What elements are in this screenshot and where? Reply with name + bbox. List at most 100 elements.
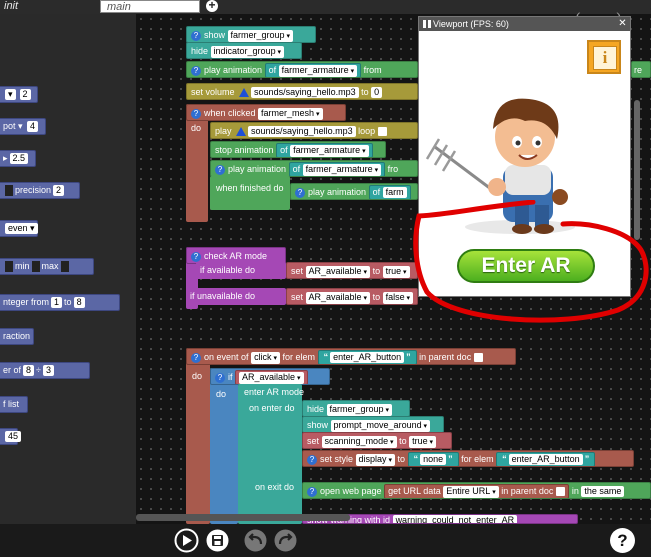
number-slot[interactable]: 2.5 bbox=[9, 153, 29, 164]
flyout-block[interactable]: 45 bbox=[0, 428, 22, 445]
style-dropdown[interactable]: display bbox=[355, 453, 396, 466]
show-block[interactable]: ? show farmer_group bbox=[186, 26, 316, 43]
flyout-block[interactable]: ▾ 2 bbox=[0, 86, 38, 103]
play-button[interactable] bbox=[174, 528, 199, 553]
object-dropdown[interactable]: farmer_group bbox=[227, 29, 294, 42]
of-object-block[interactable]: of farmer_armature bbox=[276, 143, 373, 157]
hide-block[interactable]: hide indicator_group bbox=[186, 42, 302, 59]
set-variable-block[interactable]: set AR_available to true bbox=[286, 262, 418, 279]
pause-icon[interactable] bbox=[423, 20, 431, 28]
string-block[interactable]: “enter_AR_button” bbox=[317, 350, 417, 364]
event-dropdown[interactable]: click bbox=[251, 351, 281, 364]
viewport-title-bar[interactable]: Viewport (FPS: 60) bbox=[419, 17, 630, 31]
object-dropdown[interactable]: farmer_group bbox=[326, 403, 393, 416]
input-slot bbox=[5, 185, 13, 197]
play-sound-block[interactable]: play sounds/saying_hello.mp3 loop bbox=[210, 122, 418, 139]
of-object-block[interactable]: of farmer_armature bbox=[264, 63, 362, 77]
parent-doc-checkbox[interactable] bbox=[556, 487, 566, 497]
info-icon[interactable]: i bbox=[587, 40, 621, 74]
variable-dropdown[interactable]: AR_available bbox=[305, 265, 371, 278]
string-block[interactable]: “none” bbox=[407, 452, 459, 466]
object-dropdown[interactable]: farmer_armature bbox=[290, 144, 369, 157]
number-slot[interactable]: 3 bbox=[42, 365, 54, 376]
flyout-block[interactable]: even ▾ bbox=[0, 220, 38, 237]
number-slot[interactable]: 4 bbox=[27, 121, 39, 132]
dropdown[interactable]: ▾ bbox=[5, 89, 16, 100]
get-url-block[interactable]: get URL data Entire URL in parent doc bbox=[384, 484, 570, 498]
play-animation-block[interactable]: ?play animation of farmer_armature fro bbox=[210, 160, 418, 177]
variable-dropdown[interactable]: AR_available bbox=[239, 371, 304, 384]
workspace-horizontal-scrollbar[interactable] bbox=[136, 514, 350, 521]
object-dropdown[interactable]: prompt_move_around bbox=[330, 419, 431, 432]
string-block[interactable]: “enter_AR_button” bbox=[496, 452, 596, 466]
object-dropdown[interactable]: farm bbox=[382, 187, 407, 199]
number-slot[interactable]: 2 bbox=[53, 185, 65, 196]
parent-doc-checkbox[interactable] bbox=[474, 353, 484, 363]
stop-animation-block[interactable]: stop animation of farmer_armature bbox=[210, 141, 386, 158]
undo-button[interactable] bbox=[243, 528, 268, 553]
of-object-block[interactable]: of farm bbox=[368, 185, 411, 199]
block-label: check AR mode bbox=[204, 251, 268, 261]
show-block[interactable]: show prompt_move_around bbox=[302, 416, 444, 433]
enter-ar-button[interactable]: Enter AR bbox=[457, 249, 595, 283]
set-style-block[interactable]: ?set style display to “none” for elem “e… bbox=[302, 450, 634, 467]
flyout-block[interactable]: raction bbox=[0, 328, 34, 345]
flyout-block[interactable]: f list bbox=[0, 396, 28, 413]
boolean-dropdown[interactable]: true bbox=[382, 265, 410, 278]
flyout-block[interactable]: ▸ 2.5 bbox=[0, 150, 36, 167]
boolean-dropdown[interactable]: true bbox=[409, 435, 437, 448]
variable-dropdown[interactable]: AR_available bbox=[305, 291, 371, 304]
sound-field[interactable]: sounds/saying_hello.mp3 bbox=[248, 126, 356, 138]
number-slot[interactable]: 0 bbox=[371, 87, 383, 99]
number-slot[interactable]: 8 bbox=[23, 365, 35, 376]
block-flyout: ▾ 2 pot ▾ 4 ▸ 2.5 precision 2 even ▾ min max… bbox=[0, 14, 136, 524]
on-event-block[interactable]: ?on event of click for elem “enter_AR_bu… bbox=[186, 348, 516, 365]
number-slot[interactable]: 8 bbox=[73, 297, 85, 308]
string-field[interactable]: enter_AR_button bbox=[508, 454, 583, 466]
play-animation-block[interactable]: ?play animation of farmer_armature from bbox=[186, 61, 418, 78]
flyout-block[interactable]: pot ▾ 4 bbox=[0, 118, 46, 135]
number-slot[interactable]: 1 bbox=[51, 297, 63, 308]
set-volume-block[interactable]: set volume sounds/saying_hello.mp3 to 0 bbox=[186, 83, 418, 100]
string-field[interactable]: warning_could_not_enter_AR bbox=[392, 515, 518, 523]
tab-init[interactable]: init bbox=[4, 0, 18, 12]
variable-getter[interactable]: AR_available bbox=[235, 370, 308, 384]
object-dropdown[interactable]: farmer_armature bbox=[278, 64, 358, 77]
open-web-page-block[interactable]: ?open web page get URL data Entire URL i… bbox=[302, 482, 651, 499]
set-variable-block[interactable]: set scanning_mode to true bbox=[302, 432, 452, 449]
tab-main[interactable]: main bbox=[100, 0, 200, 13]
help-icon: ? bbox=[191, 108, 201, 119]
set-variable-block[interactable]: set AR_available to false bbox=[286, 288, 418, 305]
object-dropdown[interactable]: farmer_armature bbox=[302, 163, 382, 176]
loop-checkbox[interactable] bbox=[378, 127, 388, 137]
number-slot[interactable]: 2 bbox=[19, 89, 31, 100]
target-dropdown[interactable]: the same bbox=[581, 486, 625, 498]
dropdown[interactable]: even ▾ bbox=[5, 223, 38, 234]
of-object-block[interactable]: of farmer_armature bbox=[288, 162, 386, 176]
block-label: max bbox=[41, 261, 59, 271]
object-dropdown[interactable]: indicator_group bbox=[210, 45, 285, 58]
number-slot[interactable]: 45 bbox=[5, 431, 22, 442]
help-button[interactable]: ? bbox=[610, 528, 635, 553]
flyout-block[interactable]: min max bbox=[0, 258, 94, 275]
add-tab-button[interactable]: + bbox=[206, 0, 218, 12]
url-part-dropdown[interactable]: Entire URL bbox=[443, 485, 499, 498]
if-block[interactable]: ? if AR_available bbox=[210, 368, 330, 385]
flyout-block[interactable]: er of 8 ÷ 3 bbox=[0, 362, 90, 379]
boolean-dropdown[interactable]: false bbox=[382, 291, 414, 304]
string-field[interactable]: enter_AR_button bbox=[330, 352, 405, 364]
object-dropdown[interactable]: farmer_mesh bbox=[258, 107, 323, 120]
play-animation-block[interactable]: ? play animation of farm bbox=[290, 183, 418, 200]
close-icon[interactable]: ✕ bbox=[617, 18, 628, 29]
string-field[interactable]: none bbox=[420, 454, 447, 466]
flyout-block[interactable]: precision 2 bbox=[0, 182, 80, 199]
redo-button[interactable] bbox=[273, 528, 298, 553]
block-label: to bbox=[64, 297, 72, 307]
hide-block[interactable]: hide farmer_group bbox=[302, 400, 410, 417]
variable-dropdown[interactable]: scanning_mode bbox=[321, 435, 397, 448]
viewport-vertical-scrollbar[interactable] bbox=[634, 100, 640, 240]
save-button[interactable] bbox=[205, 528, 230, 553]
flyout-block[interactable]: nteger from 1 to 8 bbox=[0, 294, 120, 311]
sound-field[interactable]: sounds/saying_hello.mp3 bbox=[251, 87, 359, 99]
when-clicked-block[interactable]: ? when clicked farmer_mesh bbox=[186, 104, 346, 121]
